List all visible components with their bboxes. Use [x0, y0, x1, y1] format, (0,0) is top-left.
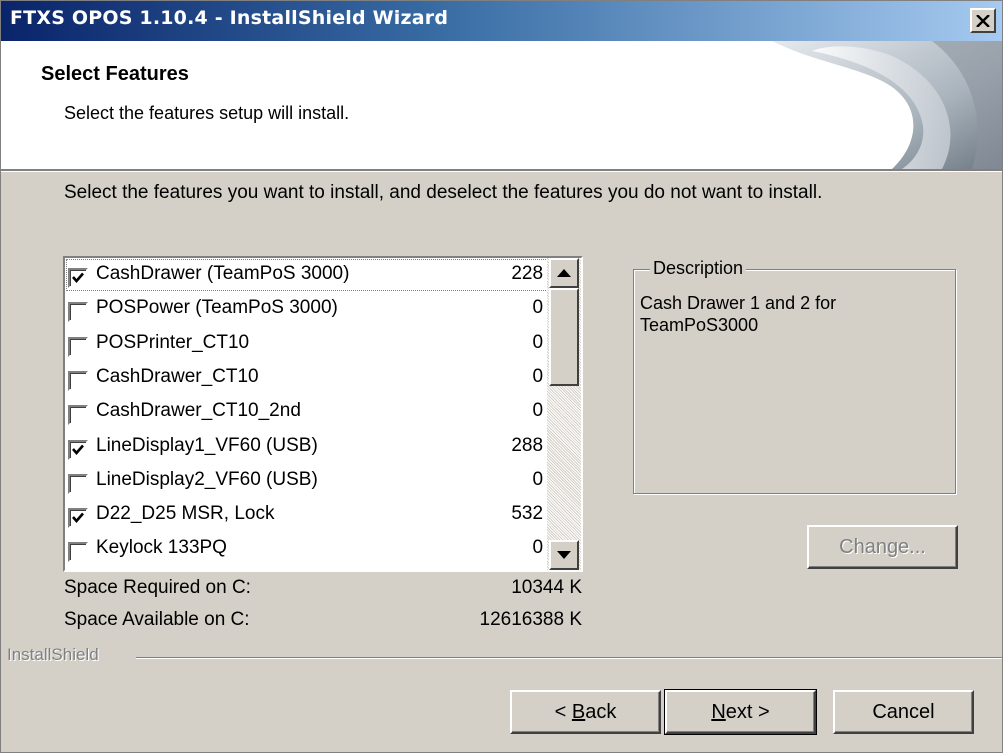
close-button[interactable] [970, 8, 996, 33]
space-available-label: Space Available on C: [64, 609, 250, 630]
back-button-rest: ack [585, 700, 617, 723]
installshield-brand-label: InstallShield [7, 645, 99, 664]
feature-list[interactable]: CashDrawer (TeamPoS 3000) 228 K POSPower (… [63, 256, 583, 572]
arrow-up-icon [557, 269, 571, 277]
change-button[interactable]: Change... [807, 525, 958, 569]
space-available-value: 12616388 K [479, 609, 583, 630]
space-required-label: Space Required on C: [64, 577, 251, 598]
feature-checkbox[interactable] [68, 302, 88, 322]
feature-name: Keylock 133PQ [96, 537, 227, 558]
feature-name: CashDrawer_CT10 [96, 366, 259, 387]
back-button-mnemonic: B [571, 700, 586, 723]
installshield-logo-graphic [772, 41, 1002, 169]
feature-row[interactable]: CashDrawer (TeamPoS 3000) 228 K [65, 258, 565, 292]
scroll-up-button[interactable] [549, 258, 579, 288]
feature-checkbox[interactable] [68, 405, 88, 425]
checkmark-icon [72, 512, 84, 523]
instruction-text: Select the features you want to install,… [64, 182, 823, 203]
feature-row[interactable]: Keylock 133PQ0 K [65, 532, 565, 566]
footer-divider [136, 657, 1002, 659]
next-button[interactable]: Next > [664, 689, 817, 735]
page-title: Select Features [41, 63, 189, 85]
scroll-down-button[interactable] [549, 540, 579, 570]
space-required-value: 10344 K [511, 577, 582, 598]
cancel-button[interactable]: Cancel [833, 690, 974, 734]
checkmark-icon [72, 272, 84, 283]
next-button-rest: ext > [725, 700, 770, 723]
feature-checkbox[interactable] [68, 440, 88, 460]
back-button[interactable]: < Back [510, 690, 661, 734]
header-divider [1, 171, 1002, 172]
back-button-prefix: < [554, 700, 572, 723]
window-title: FTXS OPOS 1.10.4 - InstallShield Wizard [10, 7, 449, 29]
feature-row[interactable]: LineDisplay1_VF60 (USB) 288 K [65, 430, 565, 464]
page-subtitle: Select the features setup will install. [64, 103, 350, 123]
description-group: Description Cash Drawer 1 and 2 for Team… [633, 258, 956, 494]
feature-checkbox[interactable] [68, 542, 88, 562]
close-icon [976, 14, 990, 27]
feature-list-scrollbar[interactable] [547, 258, 581, 570]
feature-name: D22_D25 MSR, Lock [96, 503, 275, 524]
feature-row[interactable]: POSPower (TeamPoS 3000)0 K [65, 292, 565, 326]
description-text: Cash Drawer 1 and 2 for TeamPoS3000 [640, 293, 837, 335]
feature-checkbox[interactable] [68, 474, 88, 494]
feature-name: POSPrinter_CT10 [96, 332, 250, 353]
feature-name: CashDrawer_CT10_2nd [96, 400, 301, 421]
feature-row[interactable]: POSPrinter_CT100 K [65, 327, 565, 361]
scroll-thumb[interactable] [549, 288, 579, 386]
feature-name: CashDrawer (TeamPoS 3000) [96, 263, 350, 284]
checkmark-icon [72, 444, 84, 455]
feature-row[interactable]: CashDrawer_CT100 K [65, 361, 565, 395]
feature-name: POSPower (TeamPoS 3000) [96, 297, 338, 318]
feature-row[interactable]: D22_D25 MSR, Lock 532 K [65, 498, 565, 532]
feature-name: LineDisplay1_VF60 (USB) [96, 435, 318, 456]
feature-name: LineDisplay2_VF60 (USB) [96, 469, 318, 490]
feature-checkbox[interactable] [68, 508, 88, 528]
feature-row[interactable]: LineDisplay2_VF60 (USB)0 K [65, 464, 565, 498]
wizard-header: Select Features Select the features setu… [1, 41, 1002, 171]
installer-window: FTXS OPOS 1.10.4 - InstallShield Wizard … [0, 0, 1003, 753]
arrow-down-icon [557, 551, 571, 559]
description-label: Description [650, 258, 747, 279]
title-bar[interactable]: FTXS OPOS 1.10.4 - InstallShield Wizard [1, 1, 1002, 41]
feature-row[interactable]: CashDrawer_CT10_2nd0 K [65, 395, 565, 429]
next-button-mnemonic: N [711, 700, 726, 723]
feature-checkbox[interactable] [68, 268, 88, 288]
feature-list-rows: CashDrawer (TeamPoS 3000) 228 K POSPower (… [65, 258, 565, 570]
feature-checkbox[interactable] [68, 337, 88, 357]
feature-checkbox[interactable] [68, 371, 88, 391]
